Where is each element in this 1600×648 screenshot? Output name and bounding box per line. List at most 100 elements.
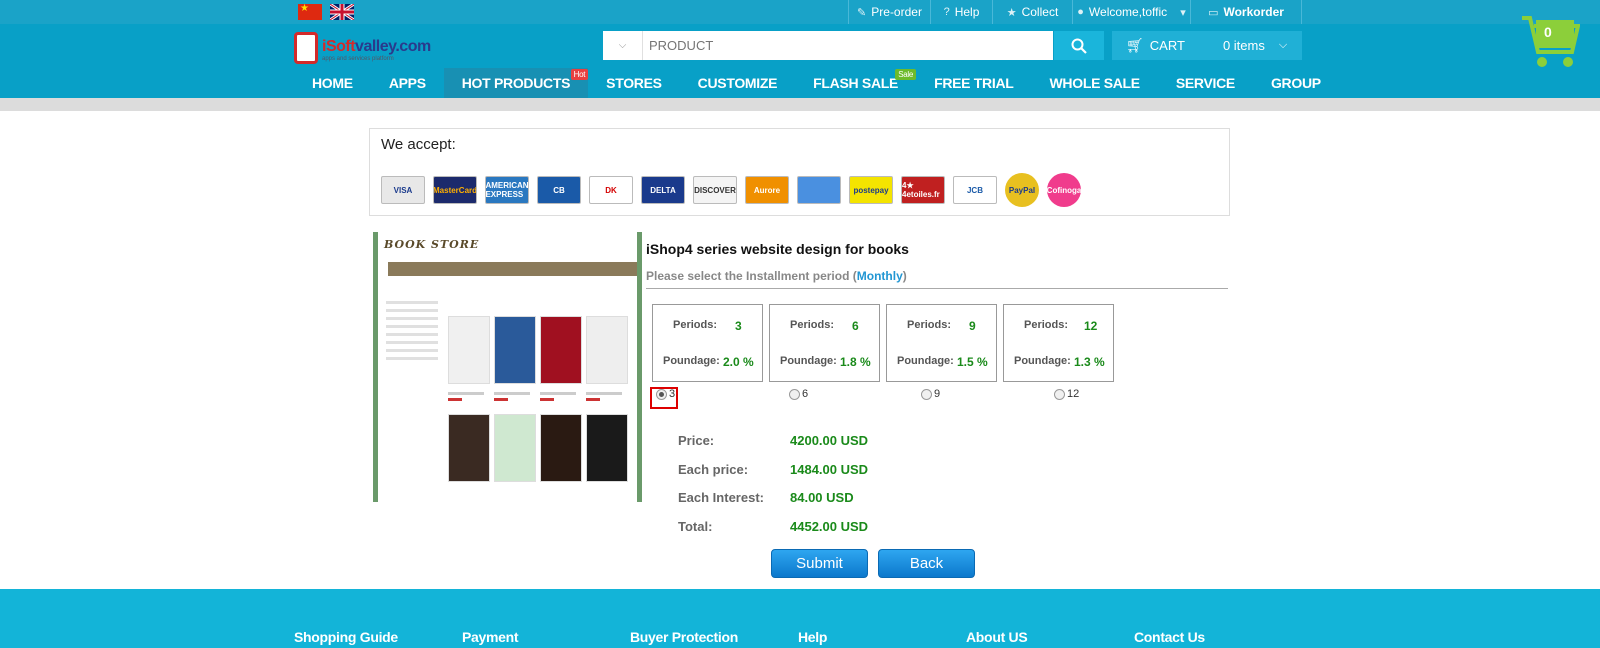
preview-sidebar <box>386 296 438 365</box>
nav-hot-products-label: HOT PRODUCTS <box>461 75 571 91</box>
radio-button[interactable] <box>789 388 800 400</box>
payment-card-icon: Cofinoga <box>1047 173 1081 207</box>
radio-label: 12 <box>1067 388 1080 400</box>
footer-buyer-protection[interactable]: Buyer Protection <box>630 629 738 645</box>
payment-methods-box: We accept: VISA MasterCard AMERICAN EXPRES… <box>369 128 1230 216</box>
cart-large-icon <box>1522 16 1581 67</box>
preview-book-cover <box>540 414 582 482</box>
help-icon: ? <box>943 6 950 18</box>
site-logo[interactable]: iSoftvalley.com apps and services platfo… <box>294 32 434 68</box>
preview-book-cover <box>494 414 536 482</box>
total-value: 4452.00 USD <box>790 519 869 534</box>
preview-book-cover <box>448 414 490 482</box>
price-label: Price: <box>678 433 715 448</box>
china-flag-icon[interactable] <box>298 3 322 20</box>
preview-book-cover <box>540 316 582 384</box>
footer-payment[interactable]: Payment <box>462 629 519 645</box>
cart-count: 0 <box>1544 24 1552 40</box>
preview-title: BOOK STORE <box>384 238 480 251</box>
each-price-value: 1484.00 USD <box>790 462 869 477</box>
search-category-dropdown[interactable]: ⌵ <box>603 31 643 60</box>
search-input[interactable] <box>643 31 1053 60</box>
nav-flash-sale-label: FLASH SALE <box>813 75 899 91</box>
payment-card-icon: JCB <box>953 176 997 204</box>
cart-label: CART <box>1149 38 1185 53</box>
nav-free-trial[interactable]: FREE TRIAL <box>916 68 1031 98</box>
workorder-label: Workorder <box>1223 5 1284 19</box>
radio-button[interactable] <box>656 388 667 400</box>
nav-customize[interactable]: CUSTOMIZE <box>680 68 796 98</box>
nav-group[interactable]: GROUP <box>1253 68 1339 98</box>
preview-nav-bar <box>388 262 637 276</box>
logo-mark-icon <box>294 32 318 64</box>
each-interest-label: Each Interest: <box>678 490 764 505</box>
preview-book-cover <box>586 414 628 482</box>
cart-items: 0 items <box>1222 38 1265 53</box>
uk-flag-icon[interactable] <box>330 4 354 20</box>
nav-apps[interactable]: APPS <box>371 68 444 98</box>
radio-period-9[interactable]: 9 <box>921 388 940 400</box>
help-link[interactable]: ? Help <box>930 0 992 24</box>
footer-help[interactable]: Help <box>798 629 827 645</box>
user-icon: ● <box>1077 6 1084 18</box>
period-instruction: Please select the Installment period (Mo… <box>646 269 907 283</box>
payment-card-icon: postepay <box>849 176 893 204</box>
nav-home[interactable]: HOME <box>294 68 371 98</box>
search-button[interactable] <box>1054 31 1104 60</box>
preorder-icon: ✎ <box>857 6 867 19</box>
plan-card-6[interactable]: Periods: 6 Poundage: 1.8 % <box>769 304 880 382</box>
preview-book-grid <box>448 316 628 482</box>
welcome-label: Welcome,toffic <box>1088 5 1168 19</box>
radio-period-3[interactable]: 3 <box>656 388 675 400</box>
radio-period-12[interactable]: 12 <box>1054 388 1079 400</box>
nav-flash-sale[interactable]: FLASH SALE Sale <box>795 68 917 98</box>
accept-title: We accept: <box>381 136 456 153</box>
account-menu[interactable]: ● Welcome,toffic ▾ <box>1072 0 1190 24</box>
preorder-link[interactable]: ✎ Pre-order <box>848 0 930 24</box>
plan-periods: 12 <box>1084 319 1098 333</box>
plan-poundage: 1.5 % <box>957 355 988 369</box>
footer: Shopping Guide Payment Buyer Protection … <box>0 589 1600 648</box>
floating-cart[interactable]: 0 <box>1520 12 1581 72</box>
nav-service[interactable]: SERVICE <box>1158 68 1253 98</box>
back-button[interactable]: Back <box>878 549 975 578</box>
plan-card-12[interactable]: Periods: 12 Poundage: 1.3 % <box>1003 304 1114 382</box>
payment-card-icon <box>797 176 841 204</box>
payment-cards: VISA MasterCard AMERICAN EXPRESS CB DK DELTA D… <box>381 173 1081 207</box>
radio-label: 6 <box>802 388 809 400</box>
plan-card-3[interactable]: Periods: 3 Poundage: 2.0 % <box>652 304 763 382</box>
plan-poundage: 2.0 % <box>723 355 754 369</box>
payment-card-icon: DISCOVER <box>693 176 737 204</box>
each-price-label: Each price: <box>678 462 749 477</box>
preview-book-cover <box>448 316 490 384</box>
plan-poundage: 1.8 % <box>840 355 871 369</box>
nav-stores[interactable]: STORES <box>588 68 680 98</box>
payment-card-icon: CB <box>537 176 581 204</box>
submit-button[interactable]: Submit <box>771 549 868 578</box>
divider <box>646 288 1228 289</box>
help-label: Help <box>954 5 980 19</box>
plan-periods: 9 <box>969 319 976 333</box>
header-divider <box>0 98 1600 111</box>
price-value: 4200.00 USD <box>790 433 869 448</box>
nav-whole-sale[interactable]: WHOLE SALE <box>1032 68 1158 98</box>
footer-contact-us[interactable]: Contact Us <box>1134 629 1205 645</box>
collect-link[interactable]: ★ Collect <box>992 0 1072 24</box>
radio-button[interactable] <box>1054 388 1065 400</box>
logo-tagline: apps and services platform <box>322 56 394 62</box>
logo-name-prefix: iSoft <box>322 38 356 55</box>
radio-button[interactable] <box>921 388 932 400</box>
radio-period-6[interactable]: 6 <box>789 388 808 400</box>
period-unit: Monthly <box>856 269 903 283</box>
workorder-link[interactable]: ▭ Workorder <box>1190 0 1302 24</box>
footer-about-us[interactable]: About US <box>966 629 1028 645</box>
nav-hot-products[interactable]: HOT PRODUCTS Hot <box>443 68 589 98</box>
plan-card-9[interactable]: Periods: 9 Poundage: 1.5 % <box>886 304 997 382</box>
top-bar: ✎ Pre-order ? Help ★ Collect ● Welcome,t… <box>0 0 1600 24</box>
cart-button[interactable]: 🛒︎ CART 0 items ⌵ <box>1112 31 1302 60</box>
plan-periods: 3 <box>735 319 742 333</box>
total-label: Total: <box>678 519 713 534</box>
footer-shopping-guide[interactable]: Shopping Guide <box>294 629 398 645</box>
preview-book-cover <box>586 316 628 384</box>
main-nav: HOME APPS HOT PRODUCTS Hot STORES CUSTOM… <box>294 68 1339 98</box>
